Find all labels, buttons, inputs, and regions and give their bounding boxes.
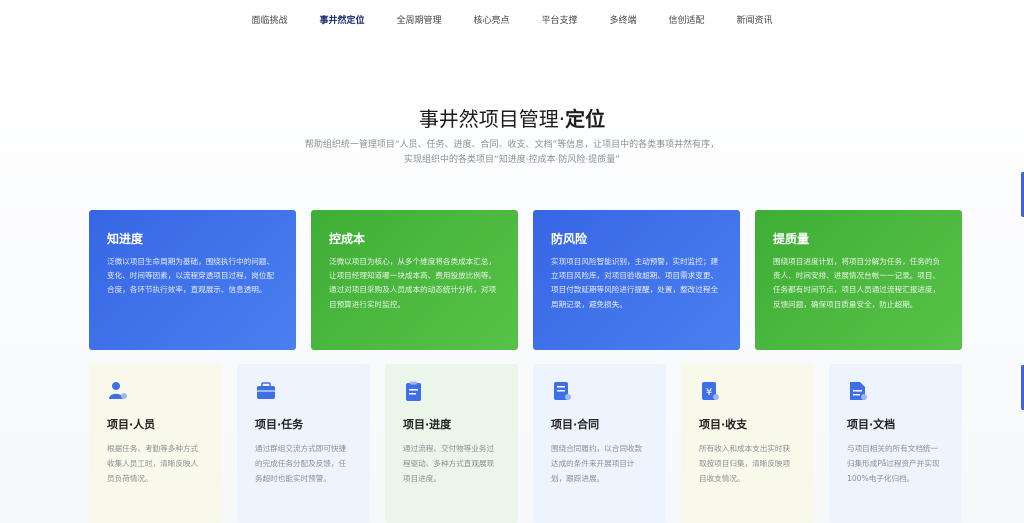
feature-card-title: 提质量 (773, 232, 810, 246)
module-card-text: 与项目相关的所有文档统一归集形成På过程资产并实现100%电子化归档。 (847, 444, 940, 483)
nav-items: 面临挑战 事井然定位 全周期管理 核心亮点 平台支撑 多终端 信创适配 新闻资讯 (235, 0, 788, 43)
contract-icon (554, 382, 571, 400)
module-card-text: 通过流程、交付物等业务过程驱动、多种方式直观展现项目进度。 (403, 444, 495, 483)
module-card-text: 围绕合同履约，以合同收款达成的条件来开展项目计划，跟踪进展。 (551, 444, 643, 483)
nav-item-positioning[interactable]: 事井然定位 (303, 0, 380, 43)
module-card-text: 根据任务、考勤等多种方式收集人员工时，清晰反映人员负荷情况。 (107, 444, 199, 483)
module-card-contract: 项目·合同 围绕合同履约，以合同收款达成的条件来开展项目计划，跟踪进展。 (533, 364, 666, 523)
module-card-title: 项目·合同 (551, 418, 600, 431)
module-card-task: 项目·任务 通过群组交流方式即可快捷的完成任务分配及反馈，任务超时也能实时预警。 (237, 364, 370, 523)
nav-item-xinchuang[interactable]: 信创适配 (653, 0, 721, 43)
module-card-progress: 项目·进度 通过流程、交付物等业务过程驱动、多种方式直观展现项目进度。 (385, 364, 518, 523)
person-icon (109, 382, 127, 399)
page-title: 事井然项目管理·定位 (0, 103, 1024, 132)
nav-item-platform[interactable]: 平台支撑 (526, 0, 594, 43)
module-card-title: 项目·文档 (847, 418, 896, 431)
top-navigation: 面临挑战 事井然定位 全周期管理 核心亮点 平台支撑 多终端 信创适配 新闻资讯 (0, 0, 1024, 43)
module-card-title: 项目·进度 (403, 418, 452, 431)
feature-card-title: 防风险 (551, 232, 588, 246)
clipboard-icon (406, 381, 421, 401)
module-card-title: 项目·收支 (699, 418, 748, 431)
nav-item-news[interactable]: 新闻资讯 (721, 0, 789, 43)
feature-card-text: 实现项目风险智能识别，主动预警，实时监控；建立项目风险库，对项目验收超期、项目需… (551, 257, 719, 309)
page-title-main: 事井然项目管理· (418, 107, 566, 131)
yen-icon: ¥ (702, 382, 719, 400)
feature-card-cost: 控成本 泛微以项目为核心，从多个维度将各类成本汇总，让项目经理知道哪一块成本高、… (311, 210, 518, 350)
feature-card-text: 泛微以项目生命周期为基础，围绕执行中的问题、变化、时间等因素，以流程穿透项目过程… (107, 257, 275, 295)
feature-card-title: 知进度 (107, 232, 144, 246)
feature-card-text: 围绕项目进度计划，将项目分解为任务，任务的负责人、时间安排、进展情况台帐一一记录… (773, 257, 941, 309)
document-icon (850, 382, 867, 400)
page-subtitle-line-2: 实现组织中的各类项目“知进度·控成本·防风险·提质量” (404, 155, 620, 165)
module-card-title: 项目·任务 (255, 418, 304, 431)
page-subtitle-line-1: 帮助组织统一管理项目“人员、任务、进度、合同、收支、文档”等信息，让项目中的各类… (304, 140, 720, 150)
feature-card-text: 泛微以项目为核心，从多个维度将各类成本汇总，让项目经理知道哪一块成本高、费用投放… (329, 257, 497, 309)
feature-card-quality: 提质量 围绕项目进度计划，将项目分解为任务，任务的负责人、时间安排、进展情况台帐… (755, 210, 962, 350)
module-card-text: 所有收入和成本支出实时获取按项目归集，清晰反映项目收支情况。 (699, 444, 791, 483)
module-card-text: 通过群组交流方式即可快捷的完成任务分配及反馈，任务超时也能实时预警。 (255, 444, 347, 483)
module-card-personnel: 项目·人员 根据任务、考勤等多种方式收集人员工时，清晰反映人员负荷情况。 (89, 364, 222, 523)
feature-card-title: 控成本 (329, 232, 366, 246)
module-card-finance: ¥ 项目·收支 所有收入和成本支出实时获取按项目归集，清晰反映项目收支情况。 (681, 364, 814, 523)
nav-item-lifecycle[interactable]: 全周期管理 (380, 0, 457, 43)
nav-item-highlights[interactable]: 核心亮点 (457, 0, 525, 43)
feature-card-risk: 防风险 实现项目风险智能识别，主动预警，实时监控；建立项目风险库，对项目验收超期… (533, 210, 740, 350)
module-card-title: 项目·人员 (107, 418, 156, 431)
page-title-strong: 定位 (565, 107, 606, 131)
nav-item-multi-terminal[interactable]: 多终端 (594, 0, 653, 43)
briefcase-icon (257, 382, 275, 399)
nav-item-challenges[interactable]: 面临挑战 (235, 0, 303, 43)
feature-card-progress: 知进度 泛微以项目生命周期为基础，围绕执行中的问题、变化、时间等因素，以流程穿透… (89, 210, 296, 350)
svg-text:¥: ¥ (706, 387, 712, 398)
module-card-document: 项目·文档 与项目相关的所有文档统一归集形成På过程资产并实现100%电子化归档… (829, 364, 962, 523)
